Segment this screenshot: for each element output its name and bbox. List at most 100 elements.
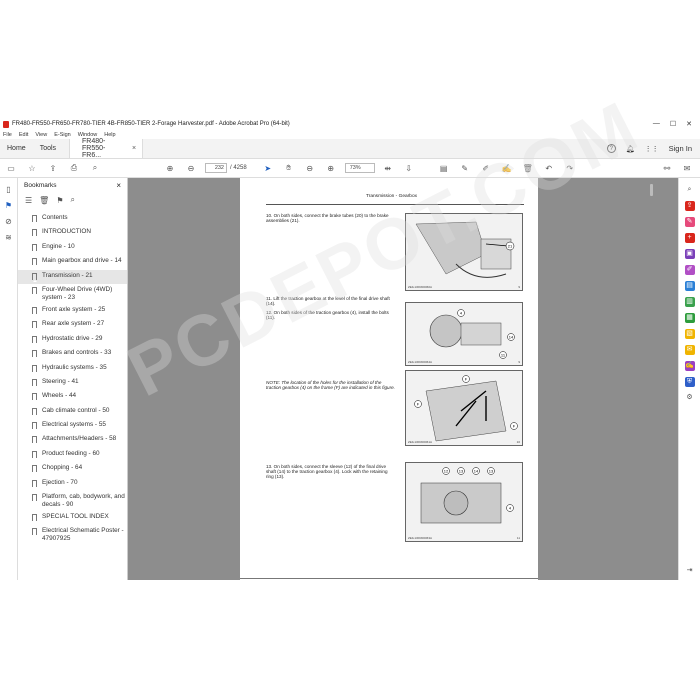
bookmark-icon [32, 528, 37, 538]
bookmark-item[interactable]: Hydraulic systems - 35 [18, 362, 127, 376]
bookmark-item[interactable]: Contents [18, 212, 127, 226]
undo-icon[interactable]: ↶ [542, 161, 556, 175]
scroll-mode-icon[interactable]: ⇩ [402, 161, 416, 175]
hand-tool-icon[interactable]: ✋︎ [282, 161, 296, 175]
close-tab-button[interactable]: × [132, 145, 136, 152]
pages-icon[interactable]: ▯ [4, 185, 13, 194]
bookmark-item[interactable]: Four-Wheel Drive (4WD) system - 23 [18, 284, 127, 304]
organize-pages-icon[interactable]: ▤ [684, 281, 695, 291]
bookmark-item[interactable]: Steering - 41 [18, 376, 127, 390]
print-icon[interactable]: ⎙ [67, 161, 81, 175]
tab-home[interactable]: Home [0, 139, 33, 158]
bell-icon[interactable]: 🔔︎ [626, 145, 635, 153]
bookmark-item[interactable]: Attachments/Headers - 58 [18, 433, 127, 447]
figure-code: ZEIL13FR00064A [408, 360, 433, 364]
bookmark-item[interactable]: Ejection - 70 [18, 477, 127, 491]
bookmark-item[interactable]: Transmission - 21 [18, 269, 127, 284]
menu-view[interactable]: View [35, 132, 47, 138]
bookmark-item[interactable]: Cab climate control - 50 [18, 405, 127, 419]
bookmark-item[interactable]: Main gearbox and drive - 14 [18, 255, 127, 269]
new-bookmark-icon[interactable]: ⚑ [56, 196, 63, 205]
next-page-icon[interactable]: ⊖ [184, 161, 198, 175]
step-13: 13. On both sides, connect the sleeve (1… [266, 464, 388, 480]
bookmark-icon [32, 494, 37, 504]
find-bookmark-icon[interactable]: ⌕ [71, 195, 75, 205]
combine-files-icon[interactable]: ▣ [684, 249, 695, 259]
comment-icon[interactable]: ▤ [437, 161, 451, 175]
maximize-button[interactable]: ☐ [670, 120, 676, 128]
bookmark-item[interactable]: INTRODUCTION [18, 226, 127, 240]
delete-bookmark-icon[interactable]: 🗑︎ [39, 196, 49, 205]
select-cursor-icon[interactable]: ➤ [261, 161, 275, 175]
bookmark-icon [32, 258, 37, 268]
bookmark-item[interactable]: Chopping - 64 [18, 462, 127, 476]
bookmark-item[interactable]: Wheels - 44 [18, 390, 127, 404]
help-icon[interactable]: ? [606, 144, 616, 153]
bookmark-item[interactable]: Brakes and controls - 33 [18, 347, 127, 361]
bookmark-icon [32, 436, 37, 446]
search-tool-icon[interactable]: ⌕ [685, 185, 695, 195]
bookmarks-icon[interactable]: ⚑ [4, 201, 13, 210]
bookmark-item[interactable]: SPECIAL TOOL INDEX [18, 511, 127, 525]
zoom-in-icon[interactable]: ⊕ [324, 161, 338, 175]
vertical-scrollbar[interactable] [650, 184, 653, 196]
save-icon[interactable]: ▭ [4, 161, 18, 175]
export-pdf-icon[interactable]: ⇪ [684, 201, 695, 211]
bookmark-item[interactable]: Electrical systems - 55 [18, 419, 127, 433]
fill-sign-icon[interactable]: ▧ [684, 329, 695, 339]
bookmark-label: INTRODUCTION [42, 228, 91, 236]
upload-icon[interactable]: ⇪ [46, 161, 60, 175]
zoom-level-select[interactable]: 73% [344, 163, 375, 173]
bookmark-item[interactable]: Engine - 10 [18, 241, 127, 255]
compress-icon[interactable]: ▥ [684, 297, 695, 307]
request-signatures-icon[interactable]: ✍ [684, 361, 695, 371]
previous-page-icon[interactable]: ⊕ [163, 161, 177, 175]
bookmark-item[interactable]: Platform, cab, bodywork, and decals - 90 [18, 491, 127, 511]
bookmark-item[interactable]: Hydrostatic drive - 29 [18, 333, 127, 347]
close-window-button[interactable]: ✕ [686, 120, 692, 128]
menu-esign[interactable]: E-Sign [54, 132, 71, 138]
menu-window[interactable]: Window [78, 132, 98, 138]
layers-icon[interactable]: ≋ [4, 233, 13, 242]
bookmark-item[interactable]: Product feeding - 60 [18, 448, 127, 462]
minimize-button[interactable]: — [653, 120, 660, 128]
tab-tools[interactable]: Tools [33, 139, 63, 158]
menu-file[interactable]: File [3, 132, 12, 138]
attachments-icon[interactable]: ⊘ [4, 217, 13, 226]
bookmark-icon [32, 422, 37, 432]
close-bookmarks-button[interactable]: × [116, 181, 121, 190]
bookmark-item[interactable]: Rear axle system - 27 [18, 318, 127, 332]
sign-icon[interactable]: ✍ [500, 161, 514, 175]
menu-help[interactable]: Help [104, 132, 115, 138]
delete-icon[interactable]: 🗑︎ [521, 161, 535, 175]
highlight-icon[interactable]: ✎ [458, 161, 472, 175]
bookmark-item[interactable]: Front axle system - 25 [18, 304, 127, 318]
bookmark-icon [32, 450, 37, 460]
page-number-input[interactable]: 232 [205, 163, 227, 173]
zoom-out-icon[interactable]: ⊖ [303, 161, 317, 175]
collapse-pane-icon[interactable]: ⇥ [685, 566, 695, 576]
create-pdf-icon[interactable]: + [684, 233, 695, 243]
redo-icon[interactable]: ↷ [563, 161, 577, 175]
more-tools-icon[interactable]: ⚙ [685, 393, 695, 403]
draw-icon[interactable]: ✐ [479, 161, 493, 175]
bookmark-label: Chopping - 64 [42, 464, 83, 472]
sign-in-button[interactable]: Sign In [669, 144, 692, 153]
share-link-icon[interactable]: ⚯ [660, 161, 674, 175]
scan-ocr-icon[interactable]: ▦ [684, 313, 695, 323]
fit-page-icon[interactable]: ⇹ [381, 161, 395, 175]
search-icon[interactable]: ⌕ [88, 161, 102, 175]
protect-icon[interactable]: ⛨ [684, 377, 695, 387]
callout-14: 14 [509, 335, 514, 340]
comment-tool-icon[interactable]: ✐ [684, 265, 695, 275]
document-viewer[interactable]: Transmission - Gearbox 10. On both sides… [128, 178, 678, 580]
menu-edit[interactable]: Edit [19, 132, 28, 138]
mail-icon[interactable]: ✉ [680, 161, 694, 175]
apps-grid-icon[interactable]: ⋮⋮ [645, 145, 659, 153]
bookmark-star-icon[interactable]: ☆ [25, 161, 39, 175]
bookmark-item[interactable]: Electrical Schematic Poster - 47907925 [18, 525, 127, 545]
options-menu-icon[interactable]: ☰ [25, 196, 32, 205]
tab-document[interactable]: FR480-FR550-FR6... × [69, 138, 144, 159]
edit-pdf-icon[interactable]: ✎ [684, 217, 695, 227]
send-comments-icon[interactable]: ✉ [684, 345, 695, 355]
